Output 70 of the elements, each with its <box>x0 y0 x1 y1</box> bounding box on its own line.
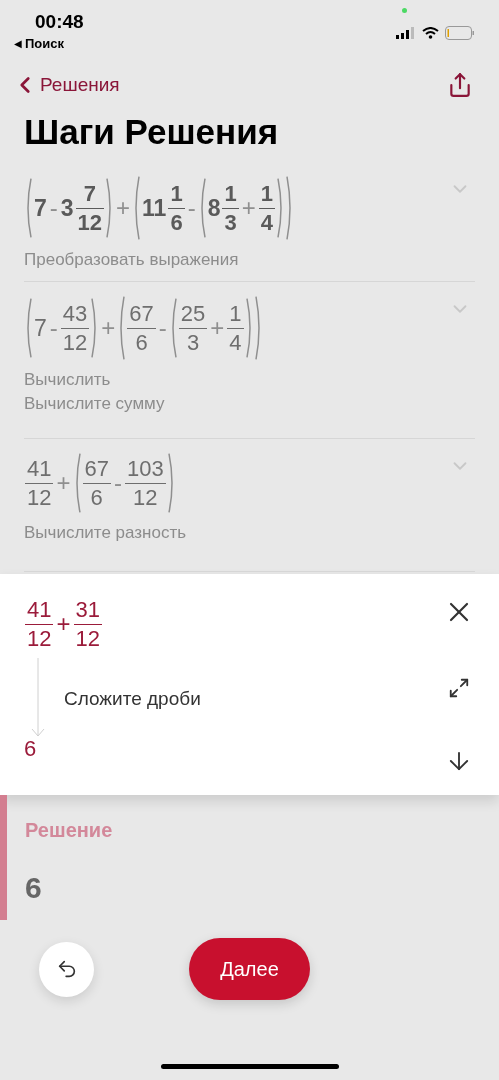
numerator: 1 <box>259 180 274 208</box>
step-result: 6 <box>24 738 37 760</box>
number: 7 <box>33 316 48 340</box>
step-caption: Вычислите разность <box>24 522 188 544</box>
wifi-icon <box>422 27 439 39</box>
number: 8 <box>206 196 222 220</box>
solution-label: Решение <box>25 818 113 843</box>
bracket-icon <box>24 178 32 238</box>
bracket-icon <box>245 298 254 358</box>
bracket-icon <box>117 296 126 360</box>
number: 3 <box>59 196 75 220</box>
denominator: 4 <box>228 328 243 356</box>
denominator: 12 <box>74 624 101 652</box>
numerator: 31 <box>74 596 101 624</box>
back-glyph: ◀ <box>14 37 22 51</box>
page-title: Шаги Решения <box>23 111 280 153</box>
operator: + <box>115 196 132 220</box>
down-arrow-icon <box>31 658 45 738</box>
numerator: 25 <box>179 300 207 328</box>
battery-icon <box>445 26 475 40</box>
denominator: 6 <box>169 208 184 236</box>
operator: - <box>48 196 59 220</box>
operator: + <box>100 316 117 340</box>
operator: - <box>157 316 168 340</box>
clock: 00:48 <box>34 10 84 34</box>
numerator: 1 <box>223 180 238 208</box>
step-instruction: Сложите дроби <box>64 687 201 712</box>
signal-icon <box>396 27 416 39</box>
operator: - <box>113 471 123 495</box>
expand-icon[interactable] <box>448 676 470 699</box>
numerator: 7 <box>82 180 97 208</box>
denominator: 6 <box>134 328 149 356</box>
share-icon[interactable] <box>447 72 473 98</box>
operator: - <box>186 196 197 220</box>
step-caption: Вычислить <box>24 369 112 391</box>
operator: + <box>55 612 72 636</box>
numerator: 1 <box>169 180 184 208</box>
back-to-app-link[interactable]: Поиск <box>25 33 64 54</box>
bracket-icon <box>132 176 141 240</box>
numerator: 1 <box>228 300 243 328</box>
number: 7 <box>33 196 48 220</box>
numerator: 67 <box>128 300 155 328</box>
numerator: 43 <box>61 300 89 328</box>
bracket-icon <box>24 298 32 358</box>
denominator: 3 <box>185 328 201 356</box>
numerator: 41 <box>26 596 53 624</box>
denominator: 4 <box>259 208 274 236</box>
denominator: 12 <box>132 483 159 511</box>
back-button[interactable]: Решения <box>12 70 120 100</box>
denominator: 12 <box>76 208 104 236</box>
undo-button[interactable] <box>39 941 94 997</box>
denominator: 12 <box>26 483 53 511</box>
operator: + <box>209 316 226 340</box>
operator: + <box>240 196 257 220</box>
denominator: 3 <box>223 208 238 236</box>
bracket-icon <box>167 453 176 513</box>
operator: - <box>48 316 59 340</box>
numerator: 103 <box>126 455 165 483</box>
numerator: 67 <box>83 455 110 483</box>
numerator: 41 <box>26 455 53 483</box>
operator: + <box>55 471 72 495</box>
number: 11 <box>141 196 168 220</box>
bracket-icon <box>254 296 263 360</box>
denominator: 6 <box>89 483 104 511</box>
step-caption: Вычислите сумму <box>24 393 166 415</box>
denominator: 12 <box>61 328 89 356</box>
next-button[interactable]: Далее <box>189 938 310 1000</box>
solution-value: 6 <box>25 870 43 906</box>
denominator: 12 <box>26 624 53 652</box>
step-caption: Преобразовать выражения <box>24 249 240 271</box>
